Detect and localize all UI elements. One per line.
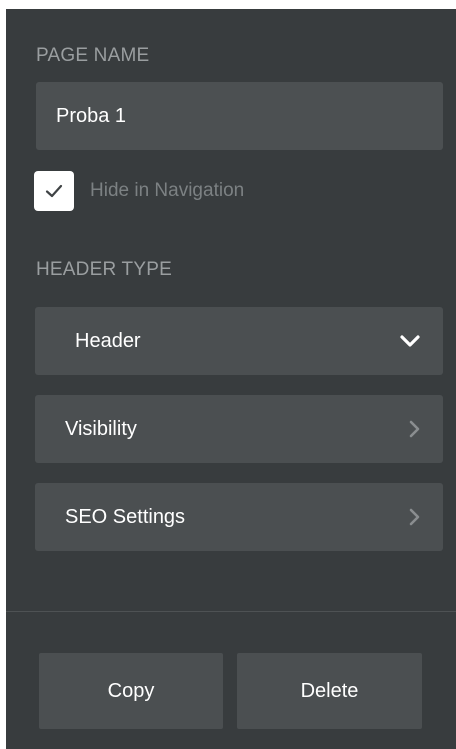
- page-name-input[interactable]: [36, 82, 443, 150]
- page-settings-panel: PAGE NAME Hide in Navigation HEADER TYPE…: [6, 9, 456, 749]
- visibility-label: Visibility: [65, 417, 137, 440]
- page-name-label: PAGE NAME: [36, 45, 150, 66]
- checkmark-icon: [45, 184, 63, 198]
- header-type-select[interactable]: Header: [35, 307, 443, 375]
- header-type-label: HEADER TYPE: [36, 259, 172, 280]
- copy-button[interactable]: Copy: [39, 653, 223, 729]
- chevron-down-icon: [400, 335, 420, 347]
- hide-in-navigation-label: Hide in Navigation: [90, 180, 245, 201]
- visibility-row[interactable]: Visibility: [35, 395, 443, 463]
- divider: [6, 611, 456, 612]
- delete-button[interactable]: Delete: [237, 653, 422, 729]
- seo-settings-label: SEO Settings: [65, 505, 186, 528]
- chevron-right-icon: [409, 420, 420, 438]
- seo-settings-row[interactable]: SEO Settings: [35, 483, 443, 551]
- header-type-value: Header: [75, 329, 141, 352]
- hide-in-navigation-toggle[interactable]: Hide in Navigation: [34, 171, 244, 211]
- chevron-right-icon: [409, 508, 420, 526]
- hide-in-navigation-checkbox[interactable]: [34, 171, 74, 211]
